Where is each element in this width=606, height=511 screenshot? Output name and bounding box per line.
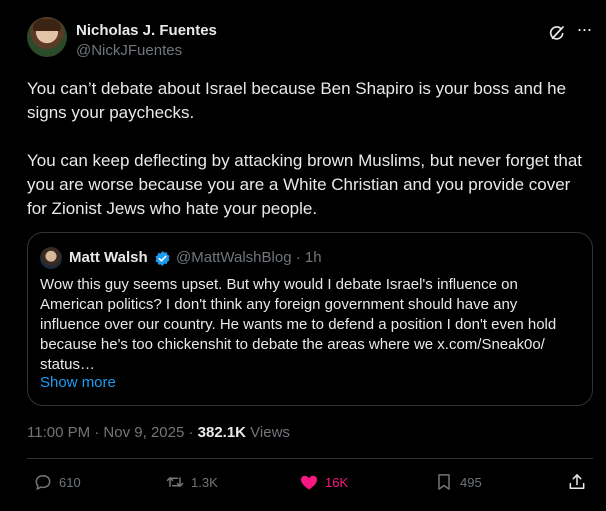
verified-badge-icon: [155, 251, 170, 266]
repost-count: 1.3K: [191, 474, 218, 490]
quoted-text: Wow this guy seems upset. But why would …: [40, 276, 557, 373]
timestamp[interactable]: 11:00 PM · Nov 9, 2025 ·: [27, 424, 198, 441]
tweet-text-paragraph-2: You can keep deflecting by attacking bro…: [27, 151, 583, 218]
share-icon: [569, 474, 585, 489]
divider: [27, 458, 593, 459]
share-button[interactable]: [567, 470, 587, 494]
like-count: 16K: [325, 474, 349, 490]
repost-button[interactable]: 1.3K: [165, 470, 218, 494]
repost-icon: [166, 477, 184, 487]
bookmark-icon: [438, 474, 450, 490]
tweet-text-paragraph-1: You can’t debate about Israel because Be…: [27, 79, 567, 122]
author-handle[interactable]: @NickJFuentes: [76, 42, 182, 59]
like-button[interactable]: 16K: [299, 470, 348, 494]
quoted-avatar: [40, 247, 62, 269]
views-count: 382.1K: [197, 424, 247, 441]
quoted-handle-time: @MattWalshBlog · 1h: [176, 249, 322, 266]
show-more-link[interactable]: Show more: [40, 374, 116, 391]
reply-icon: [35, 475, 51, 490]
tweet-meta: 11:00 PM · Nov 9, 2025 · 382.1K Views: [27, 424, 290, 441]
heart-icon: [300, 475, 318, 490]
quoted-tweet[interactable]: Matt Walsh @MattWalshBlog · 1h Wow this …: [27, 232, 593, 406]
grok-icon[interactable]: [548, 24, 566, 42]
reply-count: 610: [59, 474, 81, 490]
avatar[interactable]: [27, 17, 67, 57]
bookmark-button[interactable]: 495: [434, 470, 482, 494]
quoted-author-name: Matt Walsh: [69, 249, 148, 266]
views-label: Views: [246, 424, 290, 441]
reply-button[interactable]: 610: [33, 470, 81, 494]
more-icon[interactable]: ···: [574, 20, 594, 42]
bookmark-count: 495: [460, 474, 482, 490]
author-name[interactable]: Nicholas J. Fuentes: [76, 22, 217, 39]
